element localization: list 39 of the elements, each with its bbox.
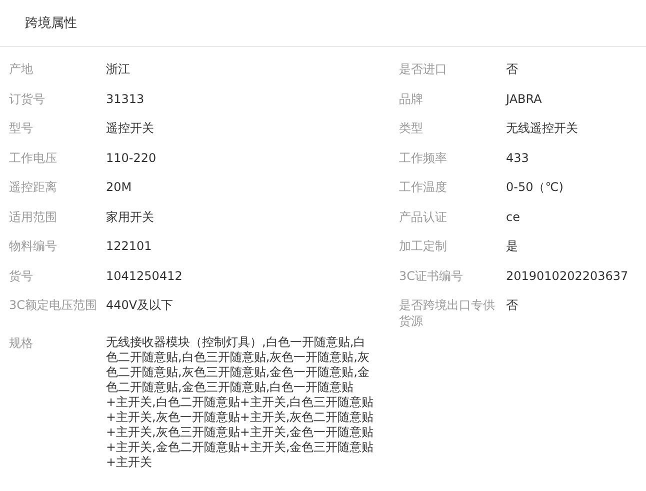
attribute-value: 110-220 — [106, 150, 156, 166]
attribute-label: 是否进口 — [399, 61, 448, 77]
attribute-label: 加工定制 — [399, 238, 448, 254]
attribute-label: 物料编号 — [8, 238, 58, 254]
attribute-value: 122101 — [106, 238, 152, 254]
attribute-value: 433 — [506, 150, 529, 166]
attribute-label: 工作电压 — [8, 150, 58, 166]
attribute-value: 无线接收器模块（控制灯具）,白色一开随意贴,白色二开随意贴,白色三开随意贴,灰色一开随意贴,灰色二开随意贴,灰色三开随意贴,金色一开随意贴,金色二开随意贴,金色三开随意贴,白色一开随意贴+主开关,白色二开随意贴+主开关,白色三开随意贴+主开关,灰色一开随意贴+主开关,灰色二开随意贴+主开关,灰色三开随意贴+主开关,金色一开随意贴+主开关,金色二开随意贴+主开关,金色三开随意贴+主开关 — [106, 335, 374, 470]
attribute-value: 0-50（℃) — [506, 179, 564, 195]
attribute-label: 货号 — [8, 268, 34, 284]
attribute-label: 规格 — [8, 335, 34, 352]
attribute-label: 型号 — [8, 120, 34, 136]
attribute-label: 产品认证 — [399, 208, 448, 224]
attribute-value: 20M — [106, 179, 132, 195]
attribute-value: JABRA — [506, 90, 542, 106]
attribute-value: 2019010202203637 — [506, 268, 628, 284]
attribute-value: 遥控开关 — [106, 120, 154, 136]
attribute-label: 产地 — [8, 61, 34, 77]
attribute-value: 家用开关 — [106, 208, 154, 224]
attribute-value: 否 — [506, 297, 518, 313]
attribute-label: 遥控距离 — [8, 179, 58, 195]
attribute-label: 适用范围 — [8, 208, 58, 224]
attribute-value: 是 — [506, 238, 518, 254]
attribute-value: 否 — [506, 61, 518, 77]
attribute-label: 3C证书编号 — [399, 268, 464, 284]
attribute-label: 是否跨境出口专供货源 — [399, 297, 496, 329]
attribute-value: ce — [506, 208, 520, 224]
attribute-value: 无线遥控开关 — [506, 120, 578, 136]
attribute-label: 订货号 — [8, 90, 46, 106]
attribute-label: 工作温度 — [399, 179, 448, 195]
attribute-label: 工作频率 — [399, 150, 448, 166]
section-title: 跨境属性 — [25, 15, 77, 32]
attribute-value: 1041250412 — [106, 268, 182, 284]
attribute-value: 浙江 — [106, 61, 130, 77]
attribute-label: 类型 — [399, 120, 424, 136]
attribute-value: 31313 — [106, 90, 144, 106]
attribute-label: 3C额定电压范围 — [8, 297, 98, 313]
attribute-label: 品牌 — [399, 90, 424, 106]
attribute-value: 440V及以下 — [106, 297, 174, 313]
